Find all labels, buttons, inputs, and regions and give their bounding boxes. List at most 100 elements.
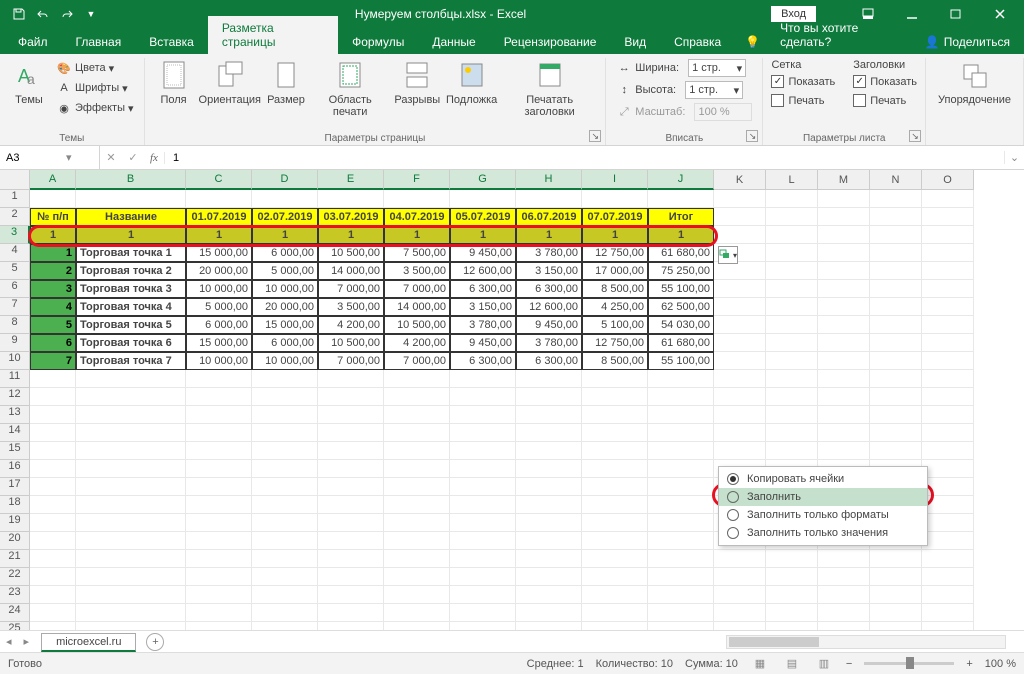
cell[interactable]: 20 000,00 [252,298,318,316]
tab-help[interactable]: Справка [660,30,735,54]
cell[interactable]: 1 [30,244,76,262]
cell[interactable]: Торговая точка 7 [76,352,186,370]
cell[interactable] [648,514,714,532]
cell[interactable] [516,460,582,478]
cell[interactable] [922,388,974,406]
cell[interactable] [648,586,714,604]
cell[interactable] [870,352,922,370]
row-header[interactable]: 15 [0,442,30,460]
column-header[interactable]: F [384,170,450,190]
cell[interactable]: 2 [30,262,76,280]
cell[interactable] [76,514,186,532]
cell[interactable] [870,262,922,280]
cell[interactable]: 10 500,00 [318,244,384,262]
row-header[interactable]: 19 [0,514,30,532]
cell[interactable] [714,226,766,244]
column-header[interactable]: C [186,170,252,190]
cell[interactable] [76,550,186,568]
cell[interactable] [766,442,818,460]
cell[interactable]: Торговая точка 3 [76,280,186,298]
cell[interactable]: 02.07.2019 [252,208,318,226]
cell[interactable] [922,316,974,334]
cell[interactable] [870,568,922,586]
print-titles-button[interactable]: Печатать заголовки [502,58,597,120]
zoom-level[interactable]: 100 % [985,658,1016,670]
cell[interactable]: 07.07.2019 [582,208,648,226]
row-header[interactable]: 22 [0,568,30,586]
cell[interactable] [922,280,974,298]
row-header[interactable]: 17 [0,478,30,496]
cell[interactable] [922,550,974,568]
cell[interactable] [186,460,252,478]
cell[interactable] [384,532,450,550]
cell[interactable]: 1 [582,226,648,244]
cell[interactable] [450,406,516,424]
cell[interactable] [186,406,252,424]
cell[interactable] [76,424,186,442]
cell[interactable] [870,316,922,334]
cell[interactable] [818,586,870,604]
cell[interactable]: 9 450,00 [516,316,582,334]
cell[interactable]: 15 000,00 [186,334,252,352]
maximize-button[interactable] [936,0,976,28]
cell[interactable] [30,442,76,460]
cell[interactable] [714,586,766,604]
cell[interactable] [714,370,766,388]
cell[interactable]: Название [76,208,186,226]
cell[interactable] [516,496,582,514]
cell[interactable]: 06.07.2019 [516,208,582,226]
cell[interactable]: 15 000,00 [252,316,318,334]
size-button[interactable]: Размер [265,58,307,108]
cell[interactable] [384,460,450,478]
cell[interactable] [76,604,186,622]
cell[interactable]: 55 100,00 [648,352,714,370]
row-headers[interactable]: 1234567891011121314151617181920212223242… [0,190,30,640]
column-header[interactable]: N [870,170,922,190]
cell[interactable] [76,532,186,550]
cell[interactable]: 14 000,00 [384,298,450,316]
cell[interactable] [870,280,922,298]
cell[interactable] [818,190,870,208]
cell[interactable]: 3 150,00 [516,262,582,280]
cell[interactable] [76,460,186,478]
cell[interactable] [30,604,76,622]
menu-fill-formats[interactable]: Заполнить только форматы [719,506,927,524]
effects-button[interactable]: ◉Эффекты ▾ [54,98,136,118]
row-header[interactable]: 16 [0,460,30,478]
cell[interactable] [384,496,450,514]
cell[interactable] [186,532,252,550]
cell[interactable] [186,568,252,586]
cell[interactable] [384,406,450,424]
cell[interactable] [516,568,582,586]
cell[interactable]: 3 780,00 [516,334,582,352]
cell[interactable] [818,406,870,424]
cell[interactable] [922,424,974,442]
normal-view-icon[interactable]: ▦ [750,656,770,672]
cell[interactable] [714,316,766,334]
cell[interactable] [252,424,318,442]
cell[interactable] [76,406,186,424]
tab-view[interactable]: Вид [610,30,660,54]
cell[interactable] [76,586,186,604]
tab-insert[interactable]: Вставка [135,30,208,54]
cell[interactable] [318,496,384,514]
headings-print-checkbox[interactable]: Печать [853,91,917,110]
cell[interactable] [766,424,818,442]
cell[interactable] [318,190,384,208]
cell[interactable] [30,460,76,478]
cell[interactable]: 61 680,00 [648,244,714,262]
cell[interactable] [516,532,582,550]
cell[interactable] [252,478,318,496]
cell[interactable]: 15 000,00 [186,244,252,262]
cell[interactable] [818,244,870,262]
row-header[interactable]: 8 [0,316,30,334]
cell[interactable] [384,514,450,532]
cell[interactable]: 10 000,00 [186,280,252,298]
cell[interactable]: 6 000,00 [252,334,318,352]
cell[interactable]: 05.07.2019 [450,208,516,226]
cell[interactable] [870,406,922,424]
cell[interactable]: 1 [186,226,252,244]
cell[interactable] [870,586,922,604]
autofill-options-button[interactable]: ▾ [718,246,738,264]
cell[interactable] [766,262,818,280]
